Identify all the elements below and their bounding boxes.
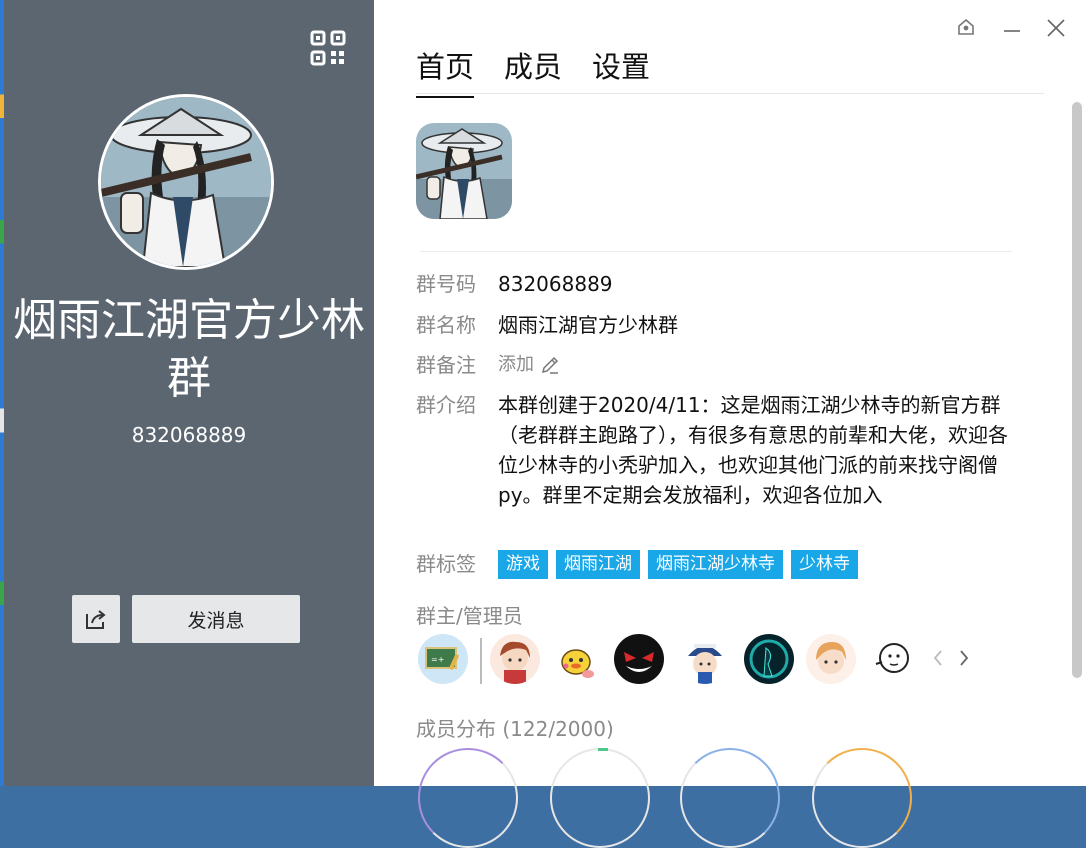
scrollbar-thumb[interactable] [1072, 102, 1082, 678]
group-number-value: 832068889 [498, 272, 613, 296]
group-name-row: 群名称 烟雨江湖官方少林群 [416, 310, 678, 340]
admins-heading: 群主/管理员 [416, 604, 523, 628]
group-intro-row: 群介绍 本群创建于2020/4/11：这是烟雨江湖少林寺的新官方群（老群群主跑路… [416, 390, 1018, 510]
distribution-donut [550, 748, 650, 848]
tag-list: 游戏 烟雨江湖 烟雨江湖少林寺 少林寺 [498, 550, 858, 579]
tag-item[interactable]: 烟雨江湖少林寺 [648, 550, 783, 579]
distribution-donut [812, 748, 912, 848]
tab-bar: 首页 成员 设置 [416, 44, 650, 98]
share-icon [86, 610, 106, 629]
tab-settings[interactable]: 设置 [592, 44, 650, 98]
admin-avatar[interactable] [680, 634, 730, 684]
tag-item[interactable]: 烟雨江湖 [556, 550, 640, 579]
add-note-button[interactable]: 添加 [498, 350, 560, 380]
group-avatar[interactable] [98, 94, 274, 270]
share-button[interactable] [72, 595, 120, 643]
admin-avatar[interactable]: =+ [418, 634, 468, 684]
pin-icon[interactable] [954, 16, 978, 40]
group-note-label: 群备注 [416, 353, 476, 377]
owner-admin-divider [480, 638, 482, 684]
group-name-label: 群名称 [416, 313, 476, 337]
group-thumbnail[interactable] [416, 123, 512, 219]
admin-avatar[interactable] [806, 634, 856, 684]
tab-divider [416, 93, 1044, 94]
chevron-right-icon[interactable] [954, 646, 974, 670]
close-icon[interactable] [1044, 16, 1068, 40]
tab-home[interactable]: 首页 [416, 44, 475, 98]
minimize-icon[interactable] [1000, 16, 1024, 40]
admin-avatar[interactable] [868, 634, 918, 684]
group-note-row: 群备注 添加 [416, 350, 560, 380]
group-tags-row: 群标签 游戏 烟雨江湖 烟雨江湖少林寺 少林寺 [416, 549, 858, 579]
admin-avatar[interactable] [490, 634, 540, 684]
tag-item[interactable]: 游戏 [498, 550, 548, 579]
group-intro-value: 本群创建于2020/4/11：这是烟雨江湖少林寺的新官方群（老群群主跑路了），有… [498, 393, 1008, 507]
left-profile-panel: 烟雨江湖官方少林群 832068889 发消息 [4, 0, 374, 786]
send-message-button[interactable]: 发消息 [132, 595, 300, 643]
admin-avatar[interactable] [744, 634, 794, 684]
qr-code-icon[interactable] [310, 30, 346, 66]
section-divider [420, 251, 1012, 252]
group-tags-label: 群标签 [416, 552, 476, 576]
group-intro-label: 群介绍 [416, 393, 476, 417]
distribution-donut [680, 748, 780, 848]
chevron-left-icon[interactable] [928, 646, 948, 670]
tag-item[interactable]: 少林寺 [791, 550, 858, 579]
admin-avatar[interactable] [552, 634, 602, 684]
group-number-row: 群号码 832068889 [416, 269, 613, 299]
pencil-icon [541, 356, 559, 374]
group-number-label: 群号码 [416, 272, 476, 296]
admin-avatar[interactable] [614, 634, 664, 684]
distribution-donut [418, 748, 518, 848]
tab-members[interactable]: 成员 [504, 44, 562, 98]
group-name-value: 烟雨江湖官方少林群 [498, 313, 678, 337]
add-note-label: 添加 [498, 354, 534, 375]
svg-text:=+: =+ [431, 655, 444, 664]
group-number: 832068889 [131, 423, 247, 447]
group-title: 烟雨江湖官方少林群 [13, 295, 365, 404]
group-profile-window: 烟雨江湖官方少林群 832068889 发消息 首页 成员 设置 群号码 832… [4, 0, 1086, 848]
member-distribution-heading: 成员分布 (122/2000) [416, 717, 614, 741]
